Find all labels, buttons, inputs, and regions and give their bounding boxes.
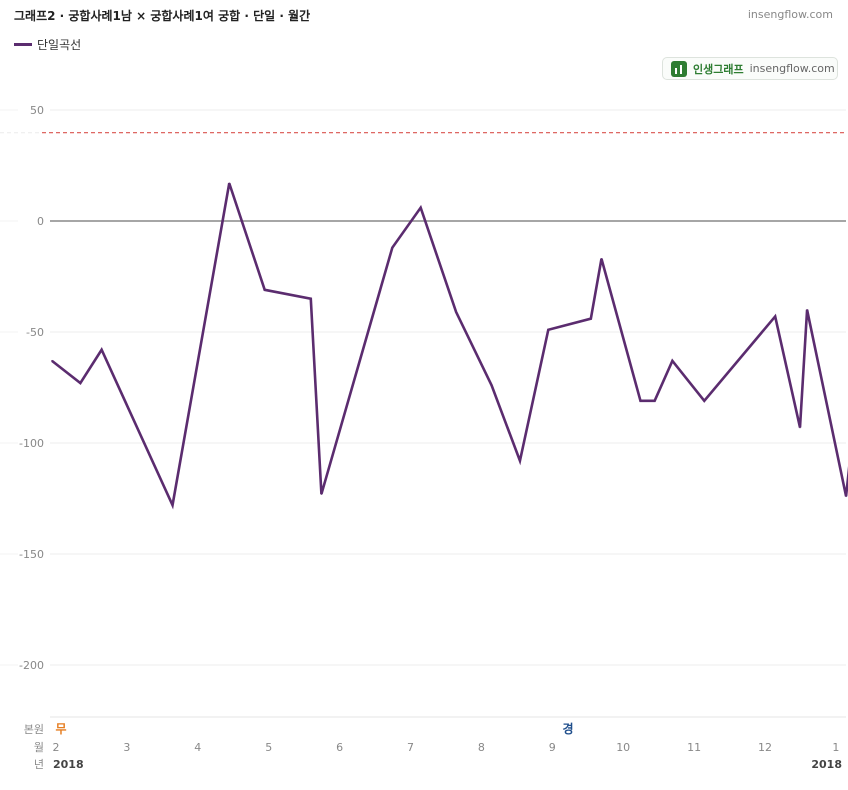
x-tick-label: 3 xyxy=(123,741,130,754)
x-tick-label: 8 xyxy=(478,741,485,754)
series-point xyxy=(263,289,266,291)
series-point xyxy=(419,206,422,209)
series-point xyxy=(806,309,808,311)
series-point xyxy=(490,384,493,387)
x-tick-label: 4 xyxy=(194,741,201,754)
series-point xyxy=(703,400,706,402)
x-tick-label: 5 xyxy=(265,741,272,754)
y-tick-label: 50 xyxy=(30,104,44,117)
series-point xyxy=(519,459,521,462)
element-label: 경 xyxy=(562,722,573,736)
series-point xyxy=(845,495,847,498)
series-point xyxy=(653,400,656,402)
series-point xyxy=(774,315,776,318)
series-point xyxy=(590,317,592,320)
y-tick-label: -50 xyxy=(26,326,44,339)
x-tick-label: 9 xyxy=(549,741,556,754)
series-point xyxy=(228,182,231,185)
element-label: 무 xyxy=(56,722,67,736)
y-tick-label: -200 xyxy=(19,659,44,672)
series-point xyxy=(600,257,603,260)
x-tick-label: 11 xyxy=(687,741,701,754)
series-point xyxy=(171,504,174,506)
y-tick-label: 0 xyxy=(37,215,44,228)
year-label: 2018 xyxy=(53,758,84,771)
x-tick-label: 2 xyxy=(53,741,60,754)
series-point xyxy=(455,311,457,313)
x-tick-label: 1 xyxy=(832,741,839,754)
x-tick-label: 10 xyxy=(616,741,630,754)
series-point xyxy=(309,297,312,300)
series-point xyxy=(547,328,550,331)
axis-row-label: 월 xyxy=(34,741,44,754)
series-point xyxy=(671,360,674,362)
axis-row-label: 년 xyxy=(34,758,44,771)
x-tick-label: 6 xyxy=(336,741,343,754)
series-point xyxy=(320,493,323,495)
y-tick-label: -150 xyxy=(19,548,44,561)
series-point xyxy=(51,360,53,362)
series-point xyxy=(391,246,394,249)
line-chart: 50 0 -50 -100 -150 -200 본원월년 무 경 2 3 4 5 6 7 8 9 10 11 12 1 2… xyxy=(0,104,848,771)
series-point xyxy=(799,426,801,429)
x-tick-label: 12 xyxy=(758,741,772,754)
series-point xyxy=(639,400,642,402)
series-line xyxy=(51,182,848,510)
y-tick-label: -100 xyxy=(19,437,44,450)
series-point xyxy=(79,382,82,384)
year-label: 2018 xyxy=(811,758,842,771)
series-point xyxy=(100,348,103,351)
axis-row-label: 본원 xyxy=(24,723,44,736)
x-tick-label: 7 xyxy=(407,741,414,754)
